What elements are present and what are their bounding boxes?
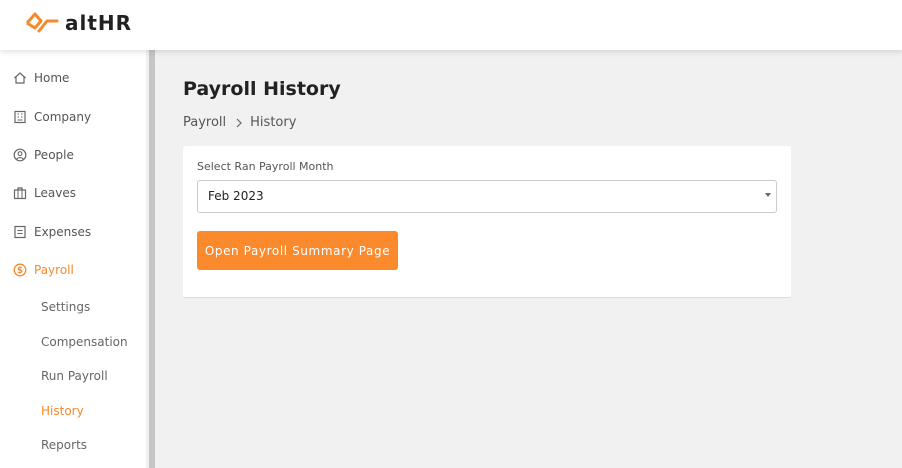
sidebar: Home Company People Leaves Expenses $ Pa… bbox=[0, 50, 146, 468]
month-select-label: Select Ran Payroll Month bbox=[197, 160, 334, 173]
chevron-right-icon bbox=[236, 118, 243, 127]
briefcase-icon bbox=[13, 187, 27, 200]
sidebar-item-payroll[interactable]: $ Payroll bbox=[13, 260, 74, 280]
sidebar-item-label: Company bbox=[34, 110, 92, 124]
sidebar-item-label: Expenses bbox=[34, 225, 92, 239]
selected-month-value: Feb 2023 bbox=[208, 189, 264, 203]
brand-logo[interactable]: altHR bbox=[25, 11, 132, 35]
sidebar-item-label: Payroll bbox=[34, 263, 74, 277]
open-payroll-summary-button[interactable]: Open Payroll Summary Page bbox=[197, 231, 398, 270]
breadcrumb-item-payroll[interactable]: Payroll bbox=[183, 115, 226, 130]
scrollbar-thumb[interactable] bbox=[149, 50, 155, 468]
svg-text:$: $ bbox=[17, 266, 23, 276]
person-circle-icon bbox=[13, 148, 27, 162]
althr-logo-icon bbox=[25, 12, 59, 33]
sidebar-item-expenses[interactable]: Expenses bbox=[13, 222, 91, 242]
sidebar-item-home[interactable]: Home bbox=[13, 68, 69, 88]
payroll-history-card: Select Ran Payroll Month Feb 2023 Open P… bbox=[183, 146, 791, 298]
sidebar-subitem-reports[interactable]: Reports bbox=[41, 436, 87, 454]
sidebar-item-label: Leaves bbox=[34, 186, 76, 200]
sidebar-scrollbar[interactable] bbox=[146, 50, 158, 468]
document-icon bbox=[14, 225, 26, 239]
sidebar-item-label: People bbox=[34, 148, 74, 162]
sidebar-item-label: Home bbox=[34, 71, 70, 85]
sidebar-item-people[interactable]: People bbox=[13, 145, 74, 165]
sidebar-subitem-compensation[interactable]: Compensation bbox=[41, 333, 128, 351]
sidebar-item-company[interactable]: Company bbox=[13, 107, 91, 127]
caret-down-icon bbox=[765, 193, 771, 197]
sidebar-subitem-run-payroll[interactable]: Run Payroll bbox=[41, 367, 108, 385]
dollar-circle-icon: $ bbox=[13, 263, 27, 277]
home-icon bbox=[14, 72, 26, 84]
brand-name: altHR bbox=[65, 11, 133, 35]
breadcrumb-item-history: History bbox=[250, 115, 297, 130]
payroll-month-select[interactable]: Feb 2023 bbox=[197, 180, 777, 213]
page-title: Payroll History bbox=[183, 78, 341, 100]
sidebar-subitem-settings[interactable]: Settings bbox=[41, 298, 90, 316]
sidebar-subitem-history[interactable]: History bbox=[41, 402, 84, 420]
breadcrumb: Payroll History bbox=[183, 115, 296, 130]
sidebar-item-leaves[interactable]: Leaves bbox=[13, 183, 76, 203]
building-icon bbox=[14, 110, 26, 124]
top-bar: altHR bbox=[0, 0, 902, 50]
